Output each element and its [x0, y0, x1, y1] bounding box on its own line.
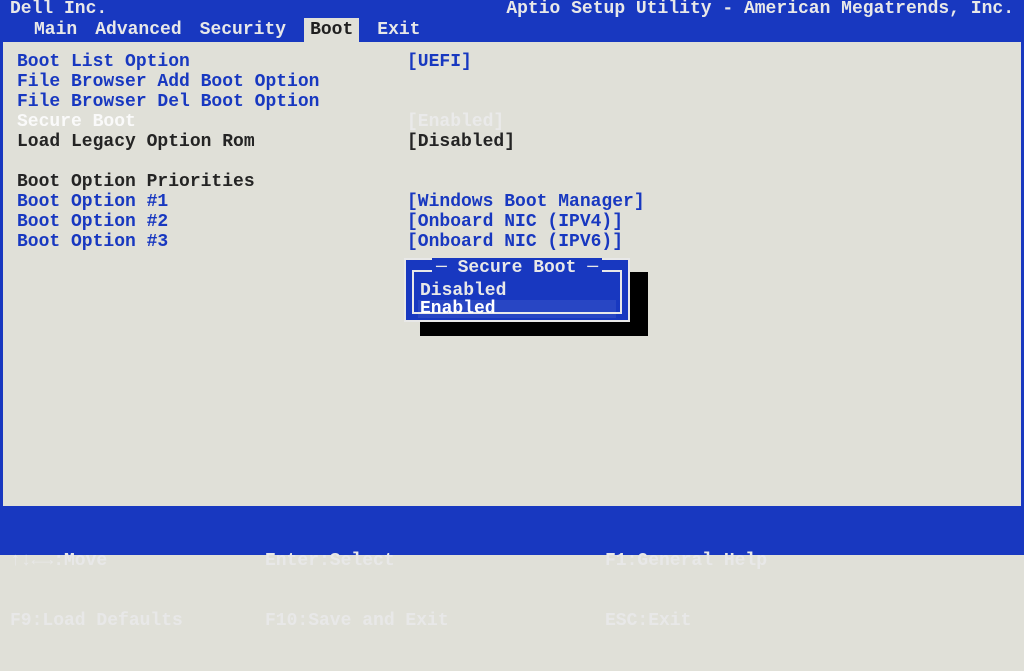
popup-option-disabled[interactable]: Disabled — [418, 282, 616, 300]
setting-label: File Browser Add Boot Option — [17, 72, 407, 92]
setting-label: File Browser Del Boot Option — [17, 92, 407, 112]
hint-save-exit: F10:Save and Exit — [265, 611, 605, 631]
boot-option-3[interactable]: Boot Option #3 [Onboard NIC (IPV6)] — [17, 232, 1007, 252]
boot-option-1[interactable]: Boot Option #1 [Windows Boot Manager] — [17, 192, 1007, 212]
setting-load-legacy[interactable]: Load Legacy Option Rom [Disabled] — [17, 132, 1007, 152]
tab-main[interactable]: Main — [34, 18, 77, 42]
tab-exit[interactable]: Exit — [377, 18, 420, 42]
setting-value: [Enabled] — [407, 112, 504, 132]
setting-label: Boot Option #3 — [17, 232, 407, 252]
setting-boot-list-option[interactable]: Boot List Option [UEFI] — [17, 52, 1007, 72]
boot-priorities-header: Boot Option Priorities — [17, 172, 1007, 192]
tab-security[interactable]: Security — [200, 18, 286, 42]
setting-label: Boot List Option — [17, 52, 407, 72]
section-header: Boot Option Priorities — [17, 172, 407, 192]
setting-label: Boot Option #2 — [17, 212, 407, 232]
secure-boot-popup: ─ Secure Boot ─ Disabled Enabled — [404, 258, 630, 322]
tab-advanced[interactable]: Advanced — [95, 18, 181, 42]
popup-title: ─ Secure Boot ─ — [406, 259, 628, 277]
hint-help: F1:General Help — [605, 551, 767, 571]
setting-value: [Onboard NIC (IPV6)] — [407, 232, 623, 252]
hint-move: ↑↓←→:Move — [10, 551, 265, 571]
setting-file-add[interactable]: File Browser Add Boot Option — [17, 72, 1007, 92]
hint-select: Enter:Select — [265, 551, 605, 571]
setting-secure-boot[interactable]: Secure Boot [Enabled] — [17, 112, 1007, 132]
bios-header: Dell Inc. Aptio Setup Utility - American… — [0, 0, 1024, 42]
setting-value: [Disabled] — [407, 132, 515, 152]
tab-boot[interactable]: Boot — [304, 18, 359, 42]
vendor-label: Dell Inc. — [10, 0, 107, 18]
utility-title: Aptio Setup Utility - American Megatrend… — [506, 0, 1014, 18]
setting-value: [UEFI] — [407, 52, 472, 72]
tab-bar: Main Advanced Security Boot Exit — [4, 18, 1020, 42]
hint-exit: ESC:Exit — [605, 611, 767, 631]
setting-label: Boot Option #1 — [17, 192, 407, 212]
setting-value: [Windows Boot Manager] — [407, 192, 645, 212]
setting-label: Load Legacy Option Rom — [17, 132, 407, 152]
hint-load-defaults: F9:Load Defaults — [10, 611, 265, 631]
setting-file-del[interactable]: File Browser Del Boot Option — [17, 92, 1007, 112]
setting-label: Secure Boot — [17, 112, 407, 132]
footer-help-bar: ↑↓←→:Move F9:Load Defaults Enter:Select … — [0, 509, 1024, 555]
boot-option-2[interactable]: Boot Option #2 [Onboard NIC (IPV4)] — [17, 212, 1007, 232]
setting-value: [Onboard NIC (IPV4)] — [407, 212, 623, 232]
popup-option-enabled[interactable]: Enabled — [418, 300, 616, 318]
